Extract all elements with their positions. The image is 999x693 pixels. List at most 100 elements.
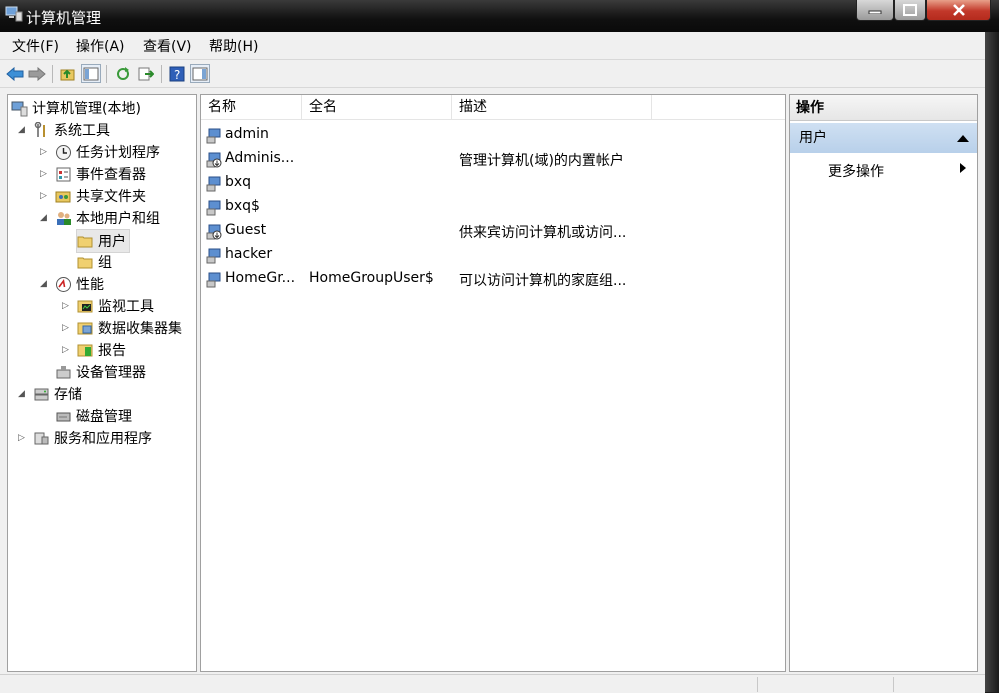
show-hide-action-pane-button[interactable] xyxy=(190,64,210,83)
tree-item-monitoring-tools[interactable]: 监视工具 xyxy=(77,295,154,317)
console-tree[interactable]: 计算机管理(本地) ◢ 系统工具 ▷ 任务计划程序 ▷ 事件查看器 ▷ 共享文件… xyxy=(7,94,197,672)
collapse-up-icon[interactable] xyxy=(957,135,969,142)
disk-icon xyxy=(56,412,71,421)
user-icon xyxy=(206,176,221,192)
menu-action[interactable]: 操作(A) xyxy=(76,36,125,56)
tree-label: 共享文件夹 xyxy=(76,189,146,205)
column-header-description[interactable]: 描述 xyxy=(452,95,652,119)
disabled-user-icon xyxy=(206,224,222,240)
column-header-name[interactable]: 名称 xyxy=(201,95,302,119)
window-title: 计算机管理 xyxy=(26,9,102,27)
toolbar: ? xyxy=(0,59,985,88)
user-icon xyxy=(206,200,221,216)
expand-arrow-icon[interactable]: ▷ xyxy=(18,433,25,443)
tree-label: 系统工具 xyxy=(54,123,110,139)
expand-arrow-icon[interactable]: ▷ xyxy=(40,147,47,157)
tree-label: 本地用户和组 xyxy=(76,211,160,227)
event-log-icon xyxy=(56,167,71,181)
table-row[interactable]: admin xyxy=(201,123,785,147)
actions-pane: 操作 用户 更多操作 xyxy=(789,94,978,672)
user-list[interactable]: 名称 全名 描述 admin Adminis... 管理计算机(域)的内置帐户 bxq… xyxy=(200,94,786,672)
more-actions-item[interactable]: 更多操作 xyxy=(828,161,884,181)
table-row[interactable]: HomeGr... HomeGroupUser$ 可以访问计算机的家庭组... xyxy=(201,267,785,291)
column-header-fullname[interactable]: 全名 xyxy=(302,95,452,119)
submenu-arrow-icon[interactable] xyxy=(960,163,966,173)
tree-item-groups[interactable]: 组 xyxy=(77,251,112,273)
tree-item-computer-management[interactable]: 计算机管理(本地) xyxy=(11,97,141,119)
monitor-folder-icon xyxy=(77,300,93,312)
tree-item-users[interactable]: 用户 xyxy=(76,229,130,253)
user-name: Adminis... xyxy=(225,150,295,166)
computer-management-icon xyxy=(5,6,23,22)
title-bar: 计算机管理 xyxy=(0,0,999,32)
forward-button[interactable] xyxy=(27,64,47,83)
collapse-arrow-icon[interactable]: ◢ xyxy=(40,213,47,223)
user-description: 管理计算机(域)的内置帐户 xyxy=(459,153,624,169)
back-arrow-icon xyxy=(6,66,24,81)
storage-icon xyxy=(34,388,49,400)
table-row[interactable]: bxq xyxy=(201,171,785,195)
minimize-button[interactable] xyxy=(856,0,894,21)
table-row[interactable]: Guest 供来宾访问计算机或访问... xyxy=(201,219,785,243)
user-icon xyxy=(206,128,221,144)
expand-arrow-icon[interactable]: ▷ xyxy=(40,169,47,179)
tree-label: 设备管理器 xyxy=(76,365,146,381)
user-name: bxq xyxy=(225,174,252,190)
status-bar xyxy=(0,674,985,693)
tree-item-reports[interactable]: 报告 xyxy=(77,339,126,361)
table-row[interactable]: bxq$ xyxy=(201,195,785,219)
tree-label: 监视工具 xyxy=(98,299,154,315)
collapse-arrow-icon[interactable]: ◢ xyxy=(18,389,25,399)
toolbar-separator xyxy=(52,65,53,83)
services-icon xyxy=(34,432,49,444)
tree-item-services-apps[interactable]: 服务和应用程序 xyxy=(33,427,152,449)
console-tree-icon xyxy=(83,67,99,80)
status-divider xyxy=(893,677,894,692)
user-icon xyxy=(206,248,221,264)
tree-item-system-tools[interactable]: 系统工具 xyxy=(33,119,110,141)
show-hide-tree-button[interactable] xyxy=(81,64,101,83)
tree-item-storage[interactable]: 存储 xyxy=(33,383,82,405)
actions-header: 操作 xyxy=(790,95,977,121)
tree-label: 任务计划程序 xyxy=(76,145,160,161)
menu-bar: 文件(F) 操作(A) 查看(V) 帮助(H) xyxy=(0,32,985,58)
tree-item-task-scheduler[interactable]: 任务计划程序 xyxy=(55,141,160,163)
menu-view[interactable]: 查看(V) xyxy=(143,36,192,56)
tree-label: 组 xyxy=(98,255,112,271)
tree-item-performance[interactable]: 性能 xyxy=(55,273,104,295)
user-name: admin xyxy=(225,126,269,142)
tree-item-disk-management[interactable]: 磁盘管理 xyxy=(55,405,132,427)
export-list-button[interactable] xyxy=(136,64,156,83)
svg-text:?: ? xyxy=(174,68,180,82)
actions-section-users[interactable]: 用户 xyxy=(790,123,977,153)
action-pane-icon xyxy=(192,67,208,80)
expand-arrow-icon[interactable]: ▷ xyxy=(62,301,69,311)
device-manager-icon xyxy=(56,365,71,378)
table-row[interactable]: hacker xyxy=(201,243,785,267)
tree-item-local-users-groups[interactable]: 本地用户和组 xyxy=(55,207,160,229)
collapse-arrow-icon[interactable]: ◢ xyxy=(18,125,25,135)
table-row[interactable]: Adminis... 管理计算机(域)的内置帐户 xyxy=(201,147,785,171)
close-button[interactable] xyxy=(926,0,991,21)
refresh-button[interactable] xyxy=(113,64,133,83)
data-collector-icon xyxy=(77,322,93,334)
tree-item-event-viewer[interactable]: 事件查看器 xyxy=(55,163,146,185)
refresh-icon xyxy=(117,66,129,80)
expand-arrow-icon[interactable]: ▷ xyxy=(40,191,47,201)
export-icon xyxy=(138,67,154,80)
up-level-button[interactable] xyxy=(58,64,78,83)
maximize-button[interactable] xyxy=(894,0,926,21)
tree-item-data-collector-sets[interactable]: 数据收集器集 xyxy=(77,317,182,339)
menu-file[interactable]: 文件(F) xyxy=(12,36,59,56)
help-button[interactable]: ? xyxy=(167,64,187,83)
tree-item-device-manager[interactable]: 设备管理器 xyxy=(55,361,146,383)
tree-label: 数据收集器集 xyxy=(98,321,182,337)
back-button[interactable] xyxy=(5,64,25,83)
tree-item-shared-folders[interactable]: 共享文件夹 xyxy=(55,185,146,207)
expand-arrow-icon[interactable]: ▷ xyxy=(62,345,69,355)
collapse-arrow-icon[interactable]: ◢ xyxy=(40,279,47,289)
expand-arrow-icon[interactable]: ▷ xyxy=(62,323,69,333)
menu-help[interactable]: 帮助(H) xyxy=(209,36,258,56)
folder-icon xyxy=(77,236,93,247)
user-name: HomeGr... xyxy=(225,270,296,286)
